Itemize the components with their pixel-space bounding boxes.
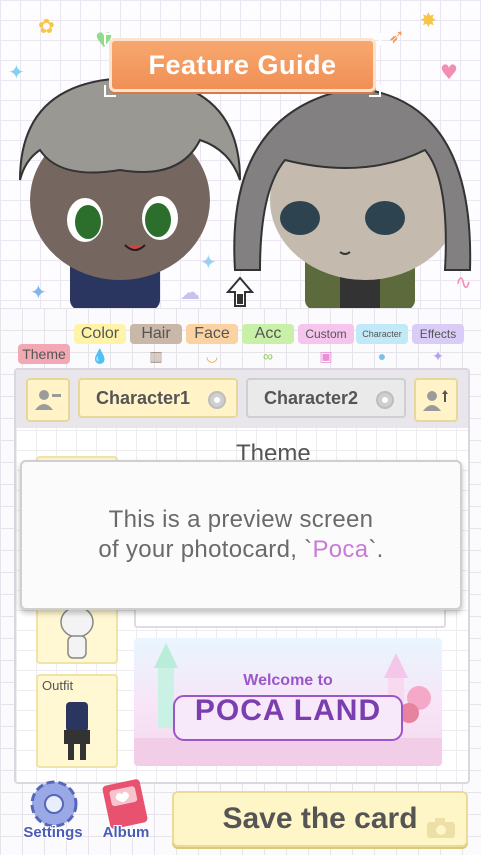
feature-guide-label: Feature Guide bbox=[148, 49, 337, 80]
banner-title-text: POCA LAND bbox=[194, 694, 382, 727]
glasses-icon: ∞ bbox=[263, 348, 273, 364]
sparkle-icon: ✦ bbox=[432, 347, 444, 364]
character2-label: Character2 bbox=[264, 387, 359, 408]
tab-face-label: Face bbox=[186, 324, 238, 344]
tooltip-line2: of your photocard, `Poca`. bbox=[98, 535, 383, 565]
character2-radio bbox=[376, 391, 394, 409]
album-button[interactable]: Album bbox=[94, 772, 158, 846]
character1-label: Character1 bbox=[96, 387, 191, 408]
theme-banner-poca-land[interactable]: Welcome to POCA LAND bbox=[134, 638, 442, 766]
item-slot-outfit[interactable]: Outfit bbox=[36, 674, 118, 768]
arrow-doodle-icon: ➶ bbox=[388, 24, 405, 48]
tooltip-line1: This is a preview screen bbox=[108, 506, 374, 533]
tab-acc[interactable]: Acc ∞ bbox=[242, 322, 294, 368]
tooltip-line2-end: `. bbox=[368, 536, 384, 563]
category-tabs: Theme Color 💧 Hair ▥ Face ◡ Acc ∞ Custom… bbox=[16, 322, 466, 368]
tab-theme-label: Theme bbox=[18, 344, 70, 364]
character1-radio bbox=[208, 391, 226, 409]
tab-color[interactable]: Color 💧 bbox=[74, 322, 126, 368]
tab-effects-label: Effects bbox=[412, 324, 464, 344]
face-icon: ◡ bbox=[205, 347, 219, 364]
image-icon: ▣ bbox=[319, 347, 333, 364]
color-drop-icon: 💧 bbox=[91, 347, 109, 364]
character2-figure bbox=[233, 86, 472, 308]
comb-icon: ▥ bbox=[149, 347, 163, 364]
tab-character-label: Character bbox=[356, 324, 408, 344]
corner-bracket-icon bbox=[104, 85, 116, 97]
save-card-label: Save the card bbox=[222, 802, 418, 835]
tooltip-poca-highlight: Poca bbox=[312, 536, 369, 563]
album-label: Album bbox=[102, 824, 150, 841]
character2-button[interactable]: Character2 bbox=[246, 378, 406, 418]
tab-custom[interactable]: Custom ▣ bbox=[298, 322, 354, 368]
character-selector-bar: Character1 Character2 bbox=[16, 370, 468, 428]
tab-hair[interactable]: Hair ▥ bbox=[130, 322, 182, 368]
save-card-button[interactable]: Save the card bbox=[172, 791, 468, 847]
reorder-characters-button[interactable] bbox=[414, 378, 458, 422]
corner-bracket-icon bbox=[104, 33, 116, 45]
tab-character[interactable]: Character ● bbox=[356, 322, 408, 368]
feature-guide-button[interactable]: Feature Guide bbox=[104, 33, 381, 97]
tab-effects[interactable]: Effects ✦ bbox=[412, 322, 464, 368]
corner-bracket-icon bbox=[369, 33, 381, 45]
settings-label: Settings bbox=[23, 824, 83, 841]
camera-icon bbox=[427, 818, 455, 838]
people-swap-icon bbox=[423, 390, 448, 411]
flower-doodle-icon: ✿ bbox=[38, 14, 55, 38]
people-icon bbox=[35, 390, 61, 410]
corner-bracket-icon bbox=[369, 85, 381, 97]
banner-welcome-text: Welcome to bbox=[243, 672, 333, 689]
tab-acc-label: Acc bbox=[242, 324, 294, 344]
tab-face[interactable]: Face ◡ bbox=[186, 322, 238, 368]
photocard-preview: ✦ ✿ ♥ ➶ ✸ ♥ ϟ ✦ ∿ ✦ ☁ Feature Guide bbox=[0, 0, 481, 308]
tab-hair-label: Hair bbox=[130, 324, 182, 344]
person-icon: ● bbox=[377, 348, 387, 364]
settings-button[interactable]: Settings bbox=[18, 776, 88, 846]
tooltip-line2-text: of your photocard, ` bbox=[98, 536, 313, 563]
swap-characters-button[interactable] bbox=[26, 378, 70, 422]
preview-tooltip[interactable]: This is a preview screen of your photoca… bbox=[20, 460, 462, 610]
album-book-icon bbox=[102, 779, 148, 829]
tab-theme[interactable]: Theme bbox=[18, 344, 70, 368]
character1-button[interactable]: Character1 bbox=[78, 378, 238, 418]
star-doodle-icon: ✸ bbox=[420, 8, 437, 32]
expand-arrow-icon[interactable] bbox=[226, 276, 254, 308]
tab-custom-label: Custom bbox=[298, 324, 354, 344]
outfit-label: Outfit bbox=[42, 678, 74, 693]
tab-color-label: Color bbox=[74, 324, 126, 344]
